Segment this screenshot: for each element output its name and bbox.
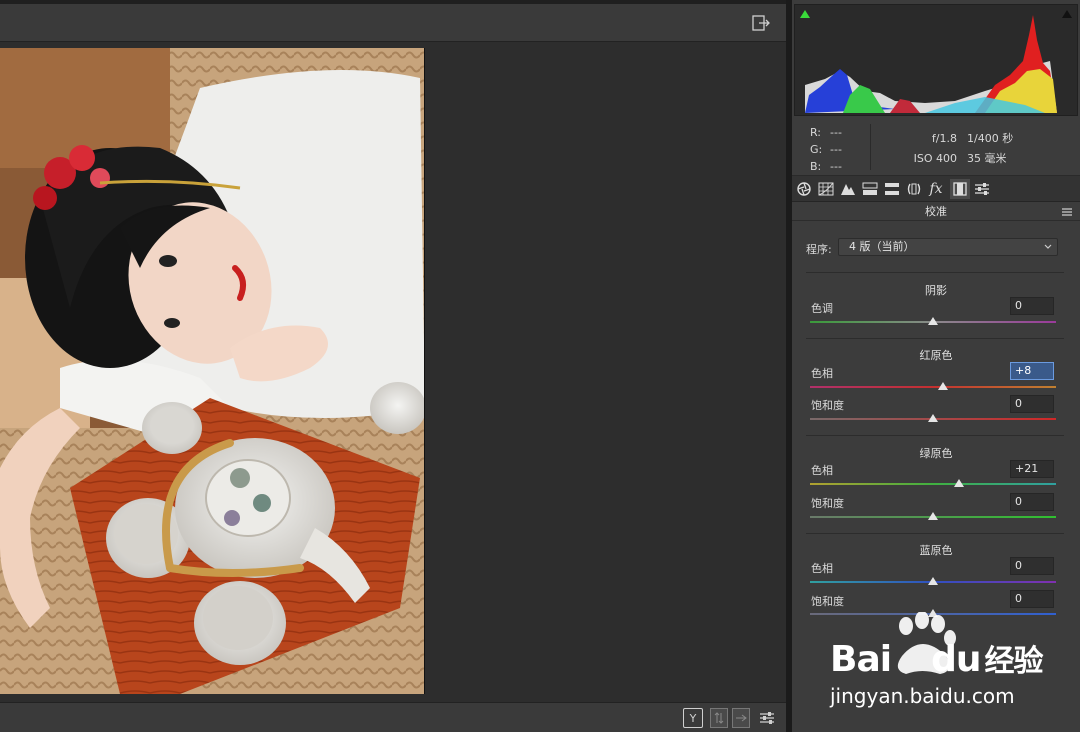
iso: ISO 400 <box>913 152 957 165</box>
hamburger-icon <box>1062 208 1072 216</box>
before-after-toggle-button[interactable]: Y <box>683 708 703 728</box>
r-label: R: <box>810 126 822 139</box>
red-hue-slider[interactable] <box>810 386 1056 388</box>
process-version-value: 4 版（当前） <box>849 240 915 253</box>
preview-area: Y <box>0 0 786 732</box>
green-hue-input[interactable]: +21 <box>1010 460 1054 478</box>
blue-primary-title: 蓝原色 <box>919 544 953 557</box>
chevron-down-icon <box>1044 244 1052 249</box>
calibration-icon <box>953 182 967 196</box>
shadow-clipping-warning-button[interactable] <box>799 9 811 22</box>
group-divider <box>806 533 1064 534</box>
r-value: --- <box>830 126 842 139</box>
histogram <box>794 4 1078 116</box>
photo-illustration <box>0 48 424 694</box>
preview-image <box>0 48 425 694</box>
copy-arrow-icon <box>736 714 747 722</box>
panel-tabs: fx <box>792 176 1080 202</box>
blue-hue-input[interactable]: 0 <box>1010 557 1054 575</box>
presets-icon <box>975 183 989 195</box>
red-hue-label: 色相 <box>811 367 833 380</box>
copy-settings-button[interactable] <box>732 708 750 728</box>
tab-hsl[interactable] <box>860 179 880 199</box>
blue-hue-label: 色相 <box>811 562 833 575</box>
blue-saturation-input[interactable]: 0 <box>1010 590 1054 608</box>
effects-icon: fx <box>929 181 943 197</box>
preview-settings-button[interactable] <box>757 708 777 728</box>
b-value: --- <box>830 160 842 173</box>
preview-bottom-toolbar: Y <box>0 702 786 732</box>
split-toning-icon <box>885 183 899 195</box>
b-label: B: <box>810 160 822 173</box>
adjustments-panel: R: --- G: --- B: --- f/1.8 1/400 秒 ISO 400 35… <box>792 0 1080 732</box>
g-value: --- <box>830 143 842 156</box>
green-hue-label: 色相 <box>811 464 833 477</box>
green-hue-slider[interactable] <box>810 483 1056 485</box>
fullscreen-exit-button[interactable] <box>750 12 772 34</box>
highlight-clipping-warning-button[interactable] <box>1061 9 1073 22</box>
hsl-icon <box>862 182 878 195</box>
swap-settings-button[interactable] <box>710 708 728 728</box>
preview-toolbar <box>0 0 786 42</box>
shadows-tint-slider-thumb[interactable] <box>928 317 938 325</box>
before-after-label: Y <box>689 711 697 725</box>
exit-icon <box>752 15 770 31</box>
group-divider <box>806 435 1064 436</box>
shadows-tint-input[interactable]: 0 <box>1010 297 1054 315</box>
rgb-readout: R: --- G: --- B: --- <box>810 124 870 175</box>
tab-basic[interactable] <box>794 179 814 199</box>
tab-detail[interactable] <box>838 179 858 199</box>
red-primary-title: 红原色 <box>919 349 953 362</box>
red-saturation-input[interactable]: 0 <box>1010 395 1054 413</box>
tab-tone-curve[interactable] <box>816 179 836 199</box>
panel-title: 校准 <box>792 203 1080 221</box>
green-saturation-label: 饱和度 <box>811 497 844 510</box>
process-label: 程序: <box>806 243 832 256</box>
panel-menu-button[interactable] <box>1062 206 1072 219</box>
tab-split-toning[interactable] <box>882 179 902 199</box>
tone-curve-icon <box>818 182 834 196</box>
clip-warning-icon <box>1062 10 1072 18</box>
red-saturation-slider-thumb[interactable] <box>928 414 938 422</box>
green-primary-title: 绿原色 <box>919 447 953 460</box>
blue-saturation-slider-thumb[interactable] <box>928 609 938 617</box>
tab-effects[interactable]: fx <box>926 179 946 199</box>
green-saturation-input[interactable]: 0 <box>1010 493 1054 511</box>
shadows-tint-label: 色调 <box>811 302 833 315</box>
group-divider <box>806 272 1064 273</box>
tab-calibration[interactable] <box>950 179 970 199</box>
red-saturation-label: 饱和度 <box>811 399 844 412</box>
tab-presets[interactable] <box>972 179 992 199</box>
camera-settings: f/1.8 1/400 秒 ISO 400 35 毫米 <box>902 129 1014 169</box>
clip-warning-icon <box>800 10 810 18</box>
g-label: G: <box>810 143 823 156</box>
group-divider <box>806 338 1064 339</box>
focal-length: 35 毫米 <box>967 152 1007 165</box>
shutter-speed: 1/400 秒 <box>967 132 1014 145</box>
histogram-graph <box>805 15 1057 113</box>
green-saturation-slider-thumb[interactable] <box>928 512 938 520</box>
red-hue-input[interactable]: +8 <box>1010 362 1054 380</box>
info-separator <box>870 124 871 170</box>
swap-icon <box>714 712 724 724</box>
tab-lens[interactable] <box>904 179 924 199</box>
blue-saturation-label: 饱和度 <box>811 595 844 608</box>
image-info: R: --- G: --- B: --- f/1.8 1/400 秒 ISO 400 35… <box>792 118 1080 176</box>
red-hue-slider-thumb[interactable] <box>937 382 948 390</box>
detail-icon <box>841 184 855 195</box>
aperture-icon <box>797 182 811 196</box>
shadows-title: 阴影 <box>925 284 947 297</box>
sliders-icon <box>760 712 774 724</box>
process-version-select[interactable]: 4 版（当前） <box>838 238 1058 256</box>
aperture: f/1.8 <box>931 132 957 145</box>
blue-hue-slider-thumb[interactable] <box>928 577 938 585</box>
lens-icon <box>907 183 921 195</box>
green-hue-slider-thumb[interactable] <box>953 479 964 487</box>
